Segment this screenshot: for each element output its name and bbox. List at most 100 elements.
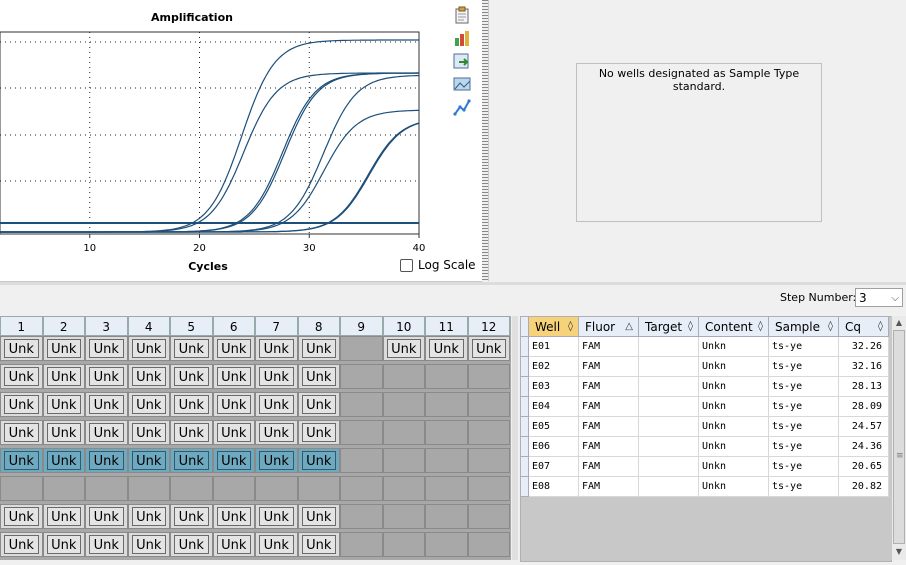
plate-well[interactable] <box>467 420 510 445</box>
plate-column-header[interactable]: 8 <box>297 316 340 336</box>
plate-well[interactable]: Unk <box>127 420 170 445</box>
row-selector[interactable] <box>521 377 529 397</box>
table-cell[interactable]: E06 <box>529 437 579 457</box>
plate-well[interactable]: Unk <box>212 532 255 557</box>
chevron-down-icon[interactable]: ⌵ <box>891 289 899 308</box>
table-cell[interactable]: E03 <box>529 377 579 397</box>
plate-well[interactable]: Unk <box>170 504 213 529</box>
plate-well[interactable]: Unk <box>85 364 128 389</box>
plate-well[interactable]: Unk <box>255 364 298 389</box>
clipboard-icon[interactable] <box>452 5 472 25</box>
row-selector[interactable] <box>521 397 529 417</box>
plate-well[interactable] <box>425 364 468 389</box>
plate-well[interactable] <box>382 504 425 529</box>
trend-icon[interactable] <box>452 97 472 117</box>
plate-column-header[interactable]: 1 <box>0 316 43 336</box>
plate-well[interactable] <box>340 448 383 473</box>
plate-well[interactable] <box>382 476 425 501</box>
plate-well[interactable] <box>425 532 468 557</box>
table-cell[interactable]: FAM <box>579 397 639 417</box>
plate-well[interactable]: Unk <box>297 504 340 529</box>
plate-well[interactable]: Unk <box>170 448 213 473</box>
plate-well[interactable]: Unk <box>170 392 213 417</box>
table-cell[interactable]: FAM <box>579 357 639 377</box>
plate-well[interactable]: Unk <box>212 420 255 445</box>
plate-well[interactable]: Unk <box>297 532 340 557</box>
plate-well[interactable]: Unk <box>255 448 298 473</box>
plate-well[interactable]: Unk <box>170 532 213 557</box>
plate-well[interactable]: Unk <box>0 504 43 529</box>
row-selector[interactable] <box>521 437 529 457</box>
plate-well[interactable]: Unk <box>0 392 43 417</box>
plate-well[interactable]: Unk <box>127 392 170 417</box>
plate-well[interactable]: Unk <box>85 336 128 361</box>
table-cell[interactable]: 28.09 <box>839 397 889 417</box>
table-cell[interactable]: ts-ye <box>769 477 839 497</box>
table-cell[interactable]: Unkn <box>699 457 769 477</box>
plate-well[interactable]: Unk <box>212 364 255 389</box>
sort-icon[interactable]: ◊ <box>758 317 763 337</box>
plate-well[interactable] <box>382 420 425 445</box>
plate-well[interactable]: Unk <box>42 532 85 557</box>
plate-well[interactable]: Unk <box>42 448 85 473</box>
plate-well[interactable] <box>382 364 425 389</box>
plate-well[interactable] <box>425 420 468 445</box>
plate-well[interactable] <box>467 448 510 473</box>
table-cell[interactable]: ts-ye <box>769 417 839 437</box>
export-icon[interactable] <box>452 51 472 71</box>
table-cell[interactable]: 32.16 <box>839 357 889 377</box>
amplification-chart[interactable]: 10 20 30 40 <box>0 0 450 260</box>
horizontal-splitter[interactable] <box>0 282 906 285</box>
plate-well[interactable] <box>467 392 510 417</box>
table-cell[interactable]: ts-ye <box>769 437 839 457</box>
plate-well[interactable]: Unk <box>212 448 255 473</box>
plate-column-header[interactable]: 7 <box>255 316 298 336</box>
log-scale-checkbox[interactable]: Log Scale <box>400 258 476 272</box>
table-cell[interactable] <box>639 477 699 497</box>
plate-table-splitter[interactable] <box>512 316 518 560</box>
table-row[interactable]: E07 FAM Unkn ts-ye 20.65 <box>521 457 891 477</box>
table-cell[interactable]: Unkn <box>699 477 769 497</box>
row-selector[interactable] <box>521 337 529 357</box>
table-cell[interactable]: E08 <box>529 477 579 497</box>
scroll-down-arrow[interactable]: ▼ <box>893 546 905 558</box>
plate-well[interactable] <box>170 476 213 501</box>
table-cell[interactable]: Unkn <box>699 337 769 357</box>
plate-column-header[interactable]: 9 <box>340 316 383 336</box>
plate-well[interactable]: Unk <box>297 448 340 473</box>
table-cell[interactable]: 24.36 <box>839 437 889 457</box>
plate-well[interactable]: Unk <box>255 420 298 445</box>
plate-well[interactable]: Unk <box>297 392 340 417</box>
plate-well[interactable]: Unk <box>42 392 85 417</box>
plate-well[interactable] <box>340 364 383 389</box>
plate-well[interactable]: Unk <box>297 420 340 445</box>
table-cell[interactable]: E01 <box>529 337 579 357</box>
table-row[interactable]: E08 FAM Unkn ts-ye 20.82 <box>521 477 891 497</box>
table-cell[interactable]: Unkn <box>699 397 769 417</box>
table-cell[interactable]: ts-ye <box>769 377 839 397</box>
sort-icon[interactable]: ◊ <box>878 317 883 337</box>
plate-well[interactable] <box>255 476 298 501</box>
plate-well[interactable]: Unk <box>127 336 170 361</box>
plate-well[interactable]: Unk <box>42 336 85 361</box>
table-cell[interactable] <box>639 417 699 437</box>
row-selector[interactable] <box>521 357 529 377</box>
plate-well[interactable] <box>340 392 383 417</box>
plate-column-header[interactable]: 3 <box>85 316 128 336</box>
table-header-sample[interactable]: Sample ◊ <box>769 317 839 337</box>
plate-well[interactable]: Unk <box>255 336 298 361</box>
table-cell[interactable] <box>639 377 699 397</box>
image-icon[interactable] <box>452 74 472 94</box>
plate-well[interactable] <box>340 420 383 445</box>
plate-column-header[interactable]: 11 <box>425 316 468 336</box>
plate-well[interactable] <box>467 364 510 389</box>
table-header-well[interactable]: Well ◊ <box>529 317 579 337</box>
chart-settings-icon[interactable] <box>452 28 472 48</box>
table-cell[interactable]: 20.65 <box>839 457 889 477</box>
plate-column-header[interactable]: 12 <box>467 316 510 336</box>
plate-well[interactable] <box>340 476 383 501</box>
table-row[interactable]: E06 FAM Unkn ts-ye 24.36 <box>521 437 891 457</box>
checkbox-box[interactable] <box>400 258 413 272</box>
table-header-content[interactable]: Content ◊ <box>699 317 769 337</box>
table-cell[interactable] <box>639 437 699 457</box>
